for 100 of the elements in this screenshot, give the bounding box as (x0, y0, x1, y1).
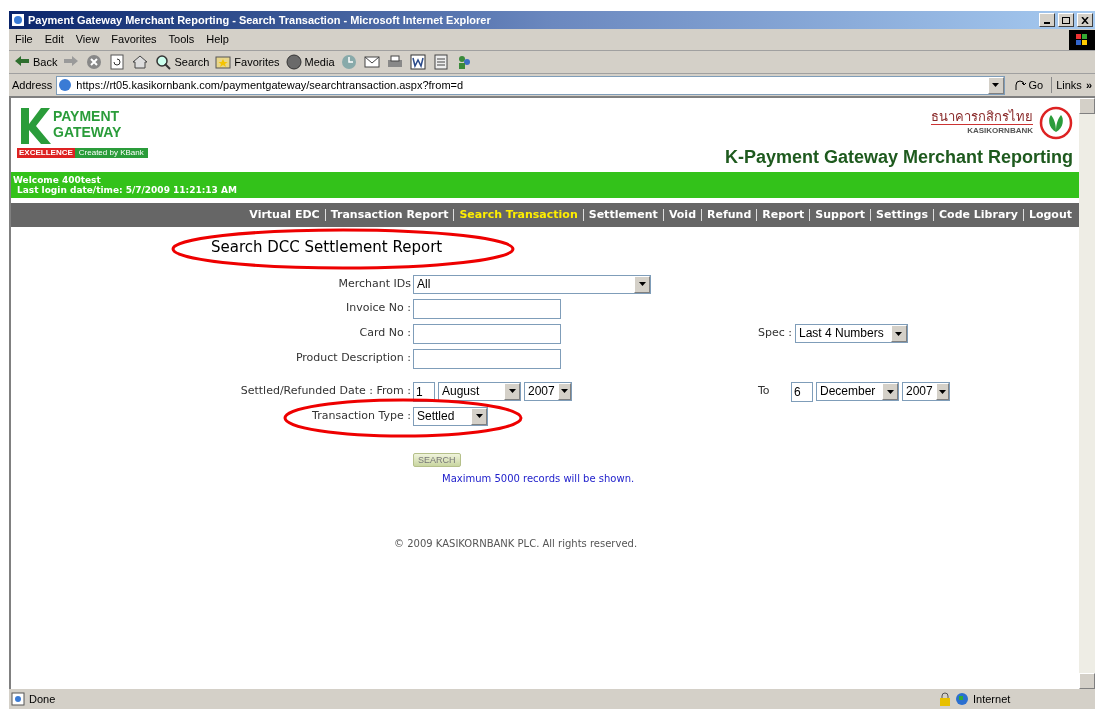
nav-link[interactable]: Logout (1022, 209, 1077, 221)
nav-link[interactable]: Search Transaction (453, 209, 583, 221)
maximize-button[interactable] (1058, 13, 1074, 27)
nav-link[interactable]: Code Library (933, 209, 1023, 221)
page-icon (11, 692, 25, 706)
transaction-type-dropdown[interactable]: Settled (413, 406, 488, 426)
zone-text: Internet (973, 691, 1012, 707)
search-button[interactable]: Search (154, 53, 210, 71)
favorites-icon (214, 53, 233, 71)
caret-icon (886, 389, 894, 394)
nav-link[interactable]: Refund (701, 209, 757, 221)
year-dropdown[interactable]: 2007 (524, 381, 572, 401)
caret-icon (475, 414, 483, 418)
note-text: Maximum 5000 records will be shown. (442, 471, 635, 486)
address-field[interactable]: https://rt05.kasikornbank.com/paymentgateway/searchtransaction.aspx?from=d (56, 75, 1005, 95)
nav-link[interactable]: Support (809, 209, 871, 221)
day-field[interactable]: 1 (413, 381, 435, 402)
nav-link[interactable]: Transaction Report (324, 209, 454, 221)
menu-item[interactable]: Tools (162, 31, 201, 48)
favorites-button[interactable]: Favorites (214, 53, 280, 71)
address-label: Address (12, 77, 53, 93)
mail-icon (362, 53, 381, 71)
month-dropdown[interactable]: August (438, 381, 521, 401)
field-label: Invoice No : (346, 300, 411, 317)
stop-icon (85, 53, 104, 71)
logo: PAYMENT GATEWAY EXCELLENCE Created by KBank (17, 106, 148, 170)
product-description-field[interactable] (413, 348, 561, 369)
page-icon (57, 77, 74, 93)
minimize-button[interactable] (1039, 13, 1055, 27)
copyright-text: © 2009 KASIKORNBANK PLC. All rights reserved. (394, 536, 638, 551)
bank-name-thai: ธนาคารกสิกรไทย (931, 109, 1033, 125)
windows-logo-icon (1069, 29, 1095, 50)
caret-icon (938, 389, 946, 394)
stop-button[interactable] (85, 53, 104, 71)
menu-item[interactable]: View (69, 31, 106, 48)
search-icon (154, 53, 173, 71)
caret-icon (560, 389, 568, 393)
field-label: Card No : (359, 325, 411, 342)
links-button[interactable]: Links (1051, 76, 1082, 94)
welcome-text: Welcome 400test (13, 175, 102, 185)
close-icon (1081, 16, 1089, 24)
year-dropdown[interactable]: 2007 (902, 382, 950, 401)
dropdown-arrow-button[interactable] (557, 382, 571, 400)
card-number-field[interactable] (413, 323, 561, 344)
back-button[interactable]: Back (13, 53, 58, 71)
mail-button[interactable] (362, 53, 381, 71)
refresh-button[interactable] (108, 53, 127, 71)
edit-button[interactable] (408, 53, 427, 71)
dropdown-arrow-button[interactable] (471, 407, 487, 425)
field-label: Merchant IDs (338, 275, 411, 292)
menu-item[interactable]: Edit (38, 31, 70, 48)
browser-icon (11, 13, 25, 27)
menu-item[interactable]: Help (200, 31, 235, 48)
status-text: Done (29, 691, 57, 707)
nav-link[interactable]: Void (662, 209, 701, 221)
dropdown-arrow-button[interactable] (504, 382, 520, 400)
dropdown-arrow-button[interactable] (882, 383, 898, 400)
dropdown-arrow-button[interactable] (891, 325, 907, 342)
caret-icon (992, 83, 999, 87)
nav-link[interactable]: Report (756, 209, 810, 221)
caret-icon (638, 282, 646, 286)
history-icon (339, 53, 358, 71)
field-label: Transaction Type : (312, 407, 411, 424)
dropdown-arrow-button[interactable] (634, 275, 650, 293)
merchant-ids-dropdown[interactable]: All (413, 274, 651, 294)
nav-link[interactable]: Settlement (582, 209, 663, 221)
home-button[interactable] (131, 53, 150, 71)
refresh-icon (108, 53, 127, 71)
page-heading: Search DCC Settlement Report (211, 237, 443, 258)
globe-icon (955, 692, 969, 706)
last-login-text: Last login date/time: 5/7/2009 11:21:13 AM (16, 185, 238, 195)
day-field[interactable]: 6 (791, 381, 813, 402)
search-button[interactable]: SEARCH (413, 452, 461, 467)
dropdown-arrow-button[interactable] (987, 76, 1004, 94)
invoice-number-field[interactable] (413, 298, 561, 319)
spec-dropdown[interactable]: Last 4 Numbers (795, 324, 908, 343)
menu-item[interactable]: File (9, 31, 39, 48)
nav-link[interactable]: Settings (870, 209, 933, 221)
field-label: Spec : (758, 325, 792, 342)
field-label: Settled/Refunded Date : From : (240, 383, 411, 400)
dropdown-arrow-button[interactable] (935, 383, 949, 400)
home-icon (131, 53, 150, 71)
chevron-button[interactable]: » (1085, 76, 1092, 94)
media-button[interactable]: Media (284, 53, 335, 71)
edit-icon (408, 53, 427, 71)
field-label: To (758, 383, 771, 400)
lock-icon (939, 692, 951, 706)
bank-logo-icon (1039, 106, 1073, 140)
close-button[interactable] (1077, 13, 1093, 27)
nav-link[interactable]: Virtual EDC (244, 209, 325, 221)
go-arrow-icon (1012, 78, 1027, 92)
go-button[interactable]: Go (1008, 76, 1048, 94)
bank-name: KASIKORNBANK (967, 125, 1033, 137)
site-title: K-Payment Gateway Merchant Reporting (724, 146, 1073, 169)
maximize-icon (1062, 16, 1070, 24)
caret-icon (508, 389, 516, 393)
window-title: Payment Gateway Merchant Reporting - Search Transaction - Microsoft Internet Explorer (28, 12, 492, 28)
month-dropdown[interactable]: December (816, 382, 899, 401)
menu-item[interactable]: Favorites (105, 31, 163, 48)
caret-icon (895, 331, 903, 336)
